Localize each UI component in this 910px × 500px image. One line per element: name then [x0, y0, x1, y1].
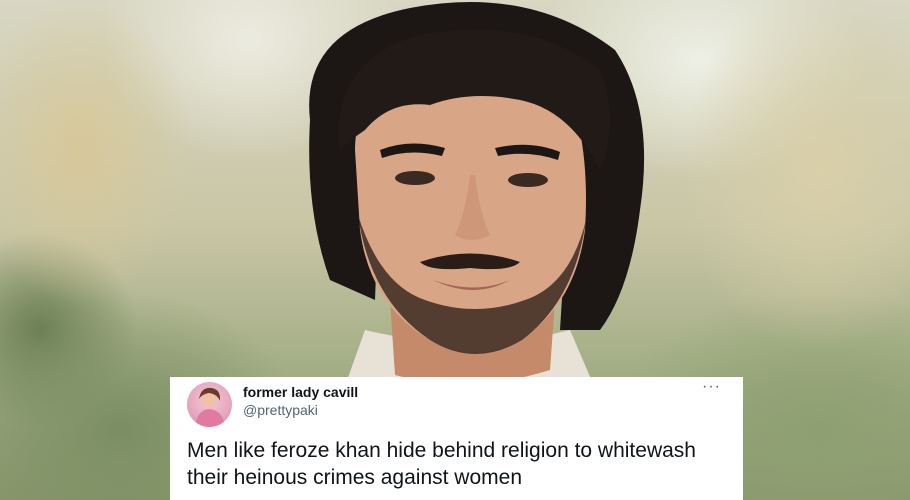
tweet-handle[interactable]: @prettypaki: [243, 402, 318, 418]
avatar-photo-icon: [195, 387, 225, 427]
avatar[interactable]: [187, 382, 232, 427]
tweet-card[interactable]: former lady cavill @prettypaki ··· Men l…: [170, 377, 743, 500]
portrait-photo: [309, 1, 645, 400]
more-options-icon[interactable]: ···: [702, 379, 721, 395]
tweet-display-name[interactable]: former lady cavill: [243, 384, 358, 400]
screenshot-canvas: former lady cavill @prettypaki ··· Men l…: [0, 0, 910, 500]
tweet-text: Men like feroze khan hide behind religio…: [187, 439, 696, 489]
